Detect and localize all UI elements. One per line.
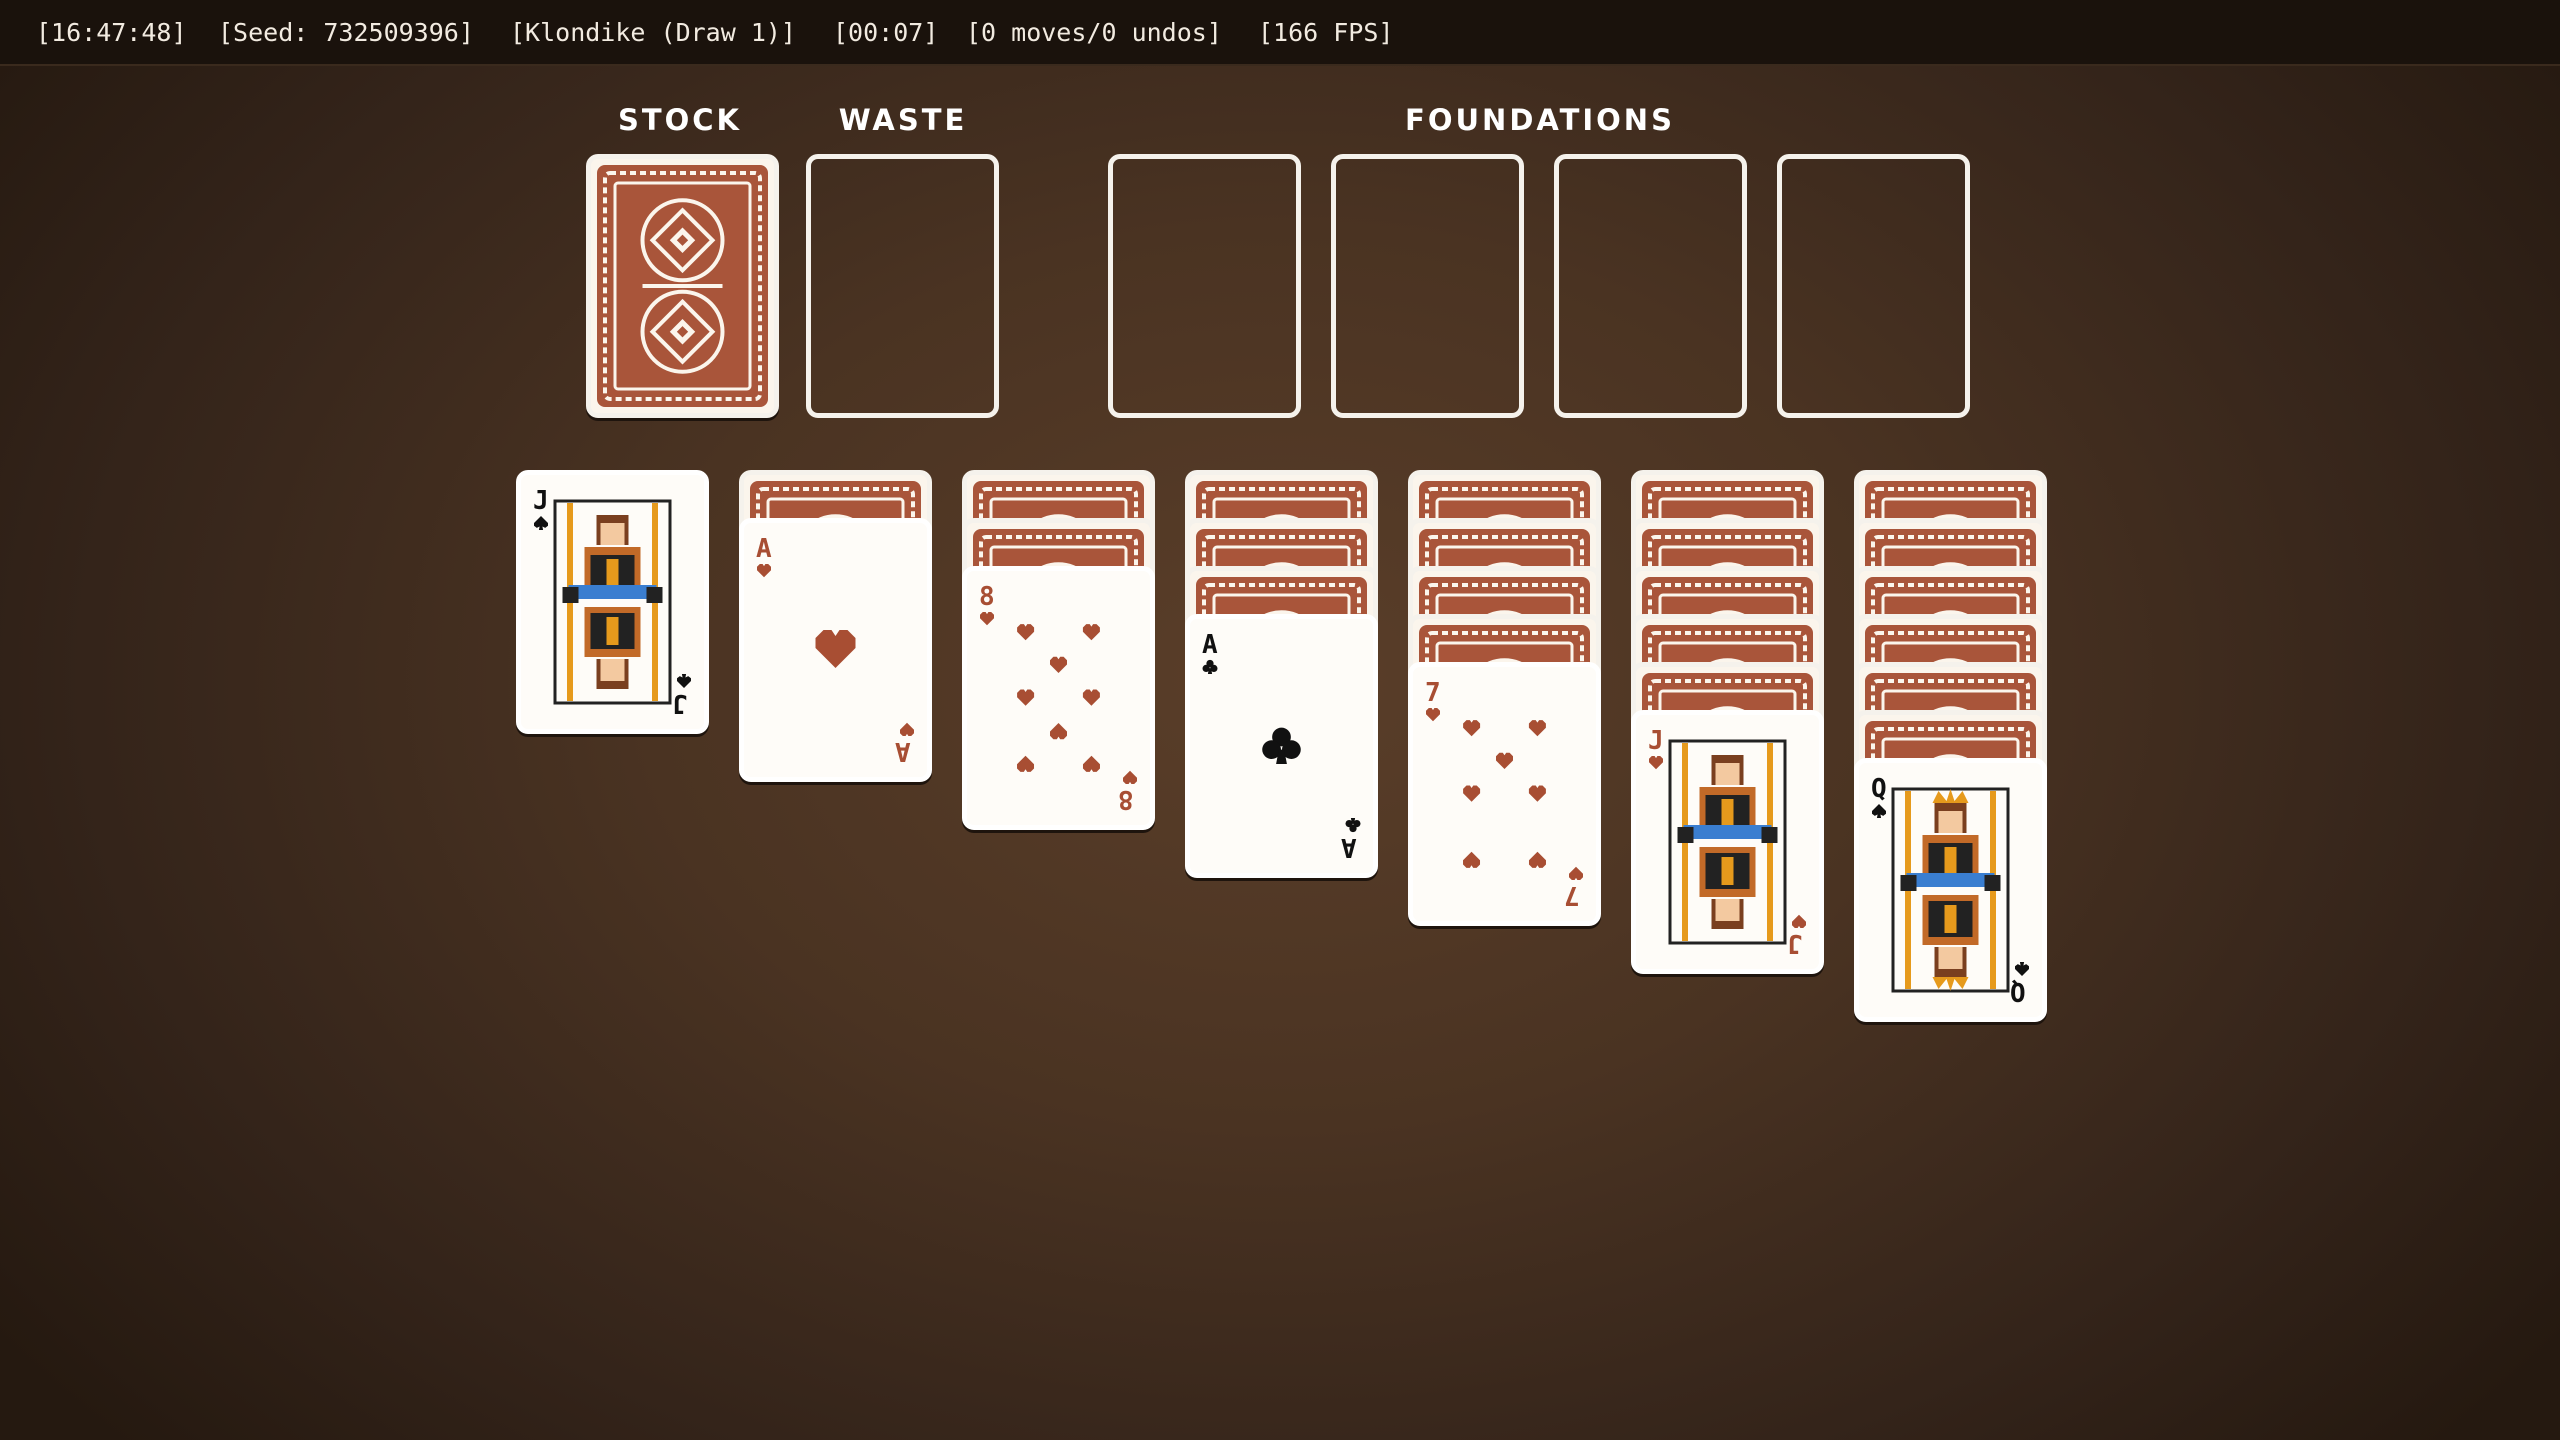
waste-label: WASTE: [838, 103, 968, 137]
svg-text:A: A: [1341, 832, 1357, 862]
svg-text:J: J: [1787, 928, 1803, 958]
card-j-of-hearts[interactable]: JJ: [1631, 710, 1824, 974]
svg-text:7: 7: [1564, 880, 1580, 910]
svg-text:A: A: [895, 736, 911, 766]
card-7-of-hearts[interactable]: 77: [1408, 662, 1601, 926]
card-a-of-clubs[interactable]: AA: [1185, 614, 1378, 878]
foundation-slot-4[interactable]: [1777, 154, 1970, 418]
card-q-of-spades[interactable]: QQ: [1854, 758, 2047, 1022]
card-back-pattern: [591, 159, 774, 413]
game-mode: [Klondike (Draw 1)]: [510, 18, 796, 47]
stock-pile[interactable]: [586, 154, 779, 418]
svg-text:J: J: [672, 688, 688, 718]
svg-text:J: J: [1648, 726, 1664, 756]
seed-readout: [Seed: 732509396]: [218, 18, 474, 47]
status-bar: [16:47:48] [Seed: 732509396] [Klondike (…: [0, 0, 2560, 66]
svg-text:Q: Q: [2010, 976, 2026, 1006]
foundations-label: FOUNDATIONS: [1405, 103, 1675, 137]
card-a-of-hearts[interactable]: AA: [739, 518, 932, 782]
svg-text:7: 7: [1425, 678, 1441, 708]
card-j-of-spades[interactable]: JJ: [516, 470, 709, 734]
stock-label: STOCK: [617, 103, 743, 137]
elapsed-timer: [00:07]: [833, 18, 939, 47]
clock-readout: [16:47:48]: [36, 18, 187, 47]
waste-pile[interactable]: [806, 154, 999, 418]
foundation-slot-1[interactable]: [1108, 154, 1301, 418]
svg-text:A: A: [1202, 630, 1218, 660]
svg-text:J: J: [533, 486, 549, 516]
foundation-slot-3[interactable]: [1554, 154, 1747, 418]
foundation-slot-2[interactable]: [1331, 154, 1524, 418]
svg-text:Q: Q: [1871, 774, 1887, 804]
svg-text:A: A: [756, 534, 772, 564]
move-counter: [0 moves/0 undos]: [966, 18, 1222, 47]
card-8-of-hearts[interactable]: 88: [962, 566, 1155, 830]
fps-counter: [166 FPS]: [1258, 18, 1394, 47]
svg-text:8: 8: [1118, 784, 1134, 814]
svg-text:8: 8: [979, 582, 995, 612]
